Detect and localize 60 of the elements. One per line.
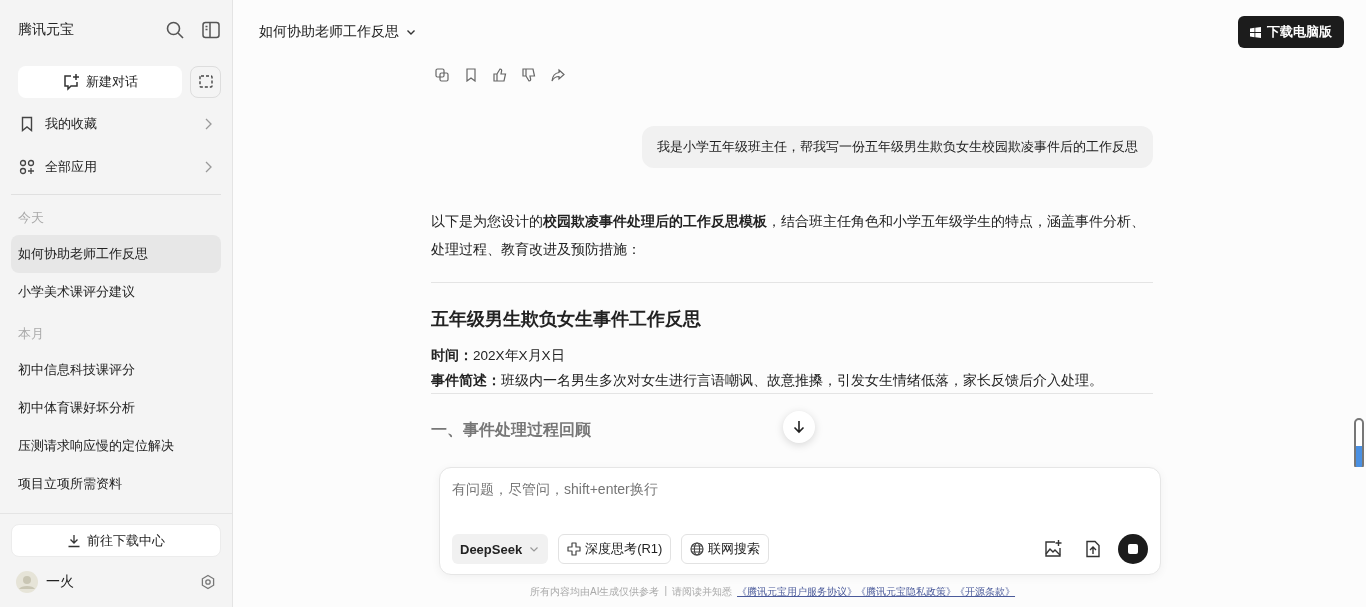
answer-heading: 五年级男生欺负女生事件工作反思 [431, 308, 702, 331]
user-name: 一火 [46, 573, 75, 591]
field-value: 202X年X月X日 [473, 348, 565, 363]
globe-icon [690, 542, 705, 556]
search-icon[interactable] [165, 20, 185, 40]
apps-icon [19, 158, 35, 175]
chat-history-item[interactable]: 小学美术课评分建议 [11, 273, 221, 311]
nav-item[interactable]: 我的收藏 [11, 102, 221, 145]
toggle-button[interactable]: 深度思考(R1) [558, 534, 672, 564]
screenshot-button[interactable] [190, 66, 221, 98]
separator: | [664, 585, 668, 598]
chat-history-item[interactable]: 初中信息科技课评分 [11, 351, 221, 389]
app-name: 腾讯元宝 [18, 21, 75, 39]
screenshot-icon [197, 74, 214, 90]
field-label: 时间： [431, 348, 473, 363]
chat-history-item[interactable]: 如何协助老师工作反思 [11, 235, 221, 273]
notice-text: 请阅读并知悉 [672, 585, 733, 599]
arrow-down-icon [792, 420, 806, 434]
group-label: 本月 [17, 325, 45, 343]
message-composer[interactable]: 有问题，尽管问，shift+enter换行 DeepSeek 深度思考(R1) 联网搜索 [439, 467, 1161, 575]
upload-file-icon[interactable] [1084, 540, 1102, 558]
new-chat-button[interactable]: 新建对话 [18, 66, 182, 98]
thumbs-up-icon[interactable] [493, 68, 507, 82]
download-icon [67, 533, 81, 548]
policy-link[interactable]: 《开源条款》 [955, 585, 1016, 599]
policy-link[interactable]: 《腾讯元宝用户服务协议》 [737, 585, 858, 599]
stop-button[interactable] [1118, 534, 1148, 564]
answer-paragraph: 以下是为您设计的校园欺凌事件处理后的工作反思模板，结合班主任角色和小学五年级学生的特点，涵盖事件分析、处理过程、教育改进及预防措施： [431, 213, 1146, 259]
download-desktop-button[interactable]: 下载电脑版 [1238, 16, 1344, 48]
share-icon[interactable] [551, 68, 565, 82]
message-input[interactable]: 有问题，尽管问，shift+enter换行 [452, 478, 1148, 500]
chat-history-item[interactable]: 初中体育课好坏分析 [11, 389, 221, 427]
field-value: 班级内一名男生多次对女生进行言语嘲讽、故意推搡，引发女生情绪低落，家长反馈后介入处理。 [501, 373, 1103, 388]
download-center-button[interactable]: 前往下载中心 [11, 524, 221, 557]
group-label: 今天 [17, 209, 45, 227]
section-heading: 一、事件处理过程回顾 [431, 420, 591, 440]
scroll-down-button[interactable] [783, 411, 815, 443]
chat-history-item[interactable]: 压测请求响应慢的定位解决 [11, 427, 221, 465]
disclaimer-text: 所有内容均由AI生成仅供参考 [529, 585, 660, 599]
policy-link[interactable]: 《腾讯元宝隐私政策》 [856, 585, 957, 599]
image-add-icon[interactable] [1044, 540, 1062, 558]
chat-history-item[interactable]: 项目立项所需资料 [11, 465, 221, 503]
user-message: 我是小学五年级班主任，帮我写一份五年级男生欺负女生校园欺凌事件后的工作反思 [642, 126, 1153, 168]
scrollbar[interactable] [1354, 418, 1364, 467]
toggle-button[interactable]: 联网搜索 [681, 534, 770, 564]
stop-icon [1128, 544, 1138, 554]
chat-plus-icon [62, 73, 80, 91]
thumbs-down-icon[interactable] [522, 68, 536, 82]
sidebar-toggle-icon[interactable] [201, 20, 221, 40]
field-label: 事件简述： [431, 373, 501, 388]
nav-item[interactable]: 全部应用 [11, 145, 221, 188]
chevron-right-icon [203, 117, 213, 130]
chevron-right-icon [203, 160, 213, 173]
model-selector[interactable]: DeepSeek [452, 534, 549, 564]
bookmark-icon [19, 115, 35, 132]
copy-icon[interactable] [435, 68, 449, 82]
chat-title[interactable]: 如何协助老师工作反思 [259, 23, 399, 41]
bookmark-icon[interactable] [464, 68, 478, 82]
settings-icon[interactable] [200, 574, 216, 590]
windows-icon [1250, 26, 1261, 38]
